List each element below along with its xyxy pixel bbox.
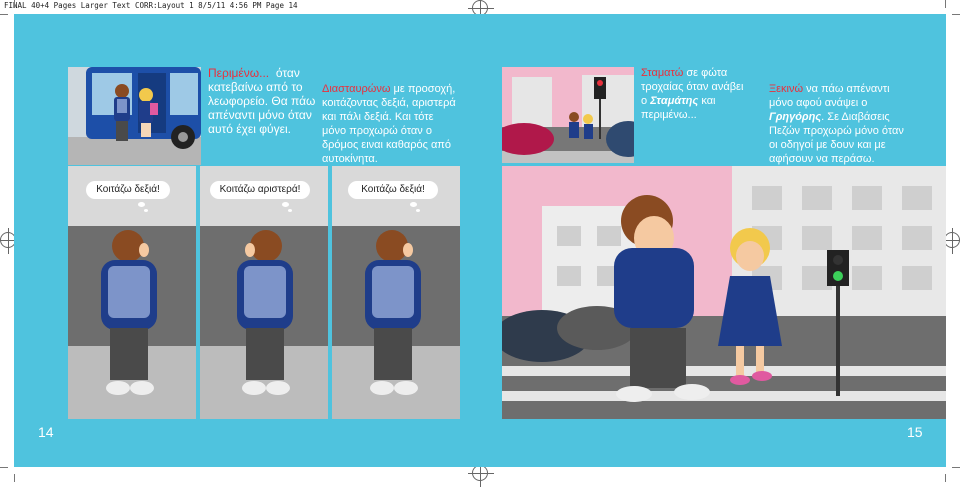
text-line: μόνο αφού ανάψει ο <box>769 97 868 109</box>
bubble-tail <box>288 209 292 212</box>
text-line: οι οδηγοί με δουν και με <box>769 139 886 151</box>
text-line: κοιτάζοντας δεξιά, αριστερά <box>322 97 456 109</box>
look-panel-3 <box>332 166 460 419</box>
emphasis-stop: Σταματώ <box>641 67 684 79</box>
crop-mark <box>14 0 15 8</box>
crop-mark <box>0 467 8 468</box>
text-line: απέναντι μόνο όταν <box>208 108 312 122</box>
traffic-light-red-illustration <box>502 67 634 163</box>
crop-mark <box>952 467 960 468</box>
speech-bubble-2: Κοιτάζω αριστερά! <box>210 181 310 199</box>
text-line: ο <box>641 95 648 107</box>
text-line: αφήσουν να περάσω. <box>769 153 875 165</box>
crop-mark <box>0 14 8 15</box>
stamatis-name: Σταμάτης <box>650 95 699 107</box>
crop-mark <box>14 474 15 482</box>
speech-bubble-3: Κοιτάζω δεξιά! <box>348 181 438 199</box>
registration-mark <box>940 228 960 254</box>
text-line: κατεβαίνω από το <box>208 80 303 94</box>
grigoris-name: Γρηγόρης <box>769 111 822 123</box>
bubble-tail <box>410 202 417 207</box>
text-line: και <box>701 95 716 107</box>
text-line: δρόμος ειναι καθαρός από <box>322 139 452 151</box>
crop-mark <box>945 0 946 8</box>
text-line: αυτοκίνητα. <box>322 153 378 165</box>
left-page: Περιμένω... όταν κατεβαίνω από το λεωφορ… <box>14 14 483 467</box>
text-line: περιμένω... <box>641 109 697 121</box>
text-line: Πεζών προχωρώ μόνο όταν <box>769 125 904 137</box>
bubble-tail <box>138 202 145 207</box>
look-panel-2 <box>200 166 328 419</box>
text-line: με προσοχή, <box>393 83 456 95</box>
text-line: . Σε Διαβάσεις <box>821 111 890 123</box>
bubble-tail <box>416 209 420 212</box>
print-slug: FINAL 40+4 Pages Larger Text CORR:Layout… <box>4 1 298 10</box>
bubble-tail <box>144 209 148 212</box>
text-line: λεωφορείο. Θα πάω <box>208 94 316 108</box>
emphasis-cross: Διασταυρώνω <box>322 83 391 95</box>
text-line: τροχαίας όταν ανάβει <box>641 81 744 93</box>
bubble-tail <box>282 202 289 207</box>
bus-illustration <box>68 67 201 165</box>
text-line: μόνο προχωρώ όταν ο <box>322 125 432 137</box>
registration-mark <box>468 461 494 487</box>
text-line: όταν <box>275 66 300 80</box>
look-panel-1 <box>68 166 196 419</box>
text-line: να πάω απέναντι <box>806 83 890 95</box>
emphasis-wait: Περιμένω... <box>208 66 270 80</box>
text-line: σε φώτα <box>686 67 728 79</box>
page-number: 14 <box>38 424 54 440</box>
page-number: 15 <box>907 424 923 440</box>
text-line: αυτό έχει φύγει. <box>208 122 291 136</box>
right-page: Σταματώ σε φώτα τροχαίας όταν ανάβει ο Σ… <box>483 14 946 467</box>
crop-mark <box>952 14 960 15</box>
emphasis-start: Ξεκινώ <box>769 83 804 95</box>
speech-bubble-1: Κοιτάζω δεξιά! <box>86 181 170 199</box>
text-line: και πάλι δεξιά. Και τότε <box>322 111 434 123</box>
crossing-illustration <box>502 166 946 419</box>
crop-mark <box>945 474 946 482</box>
